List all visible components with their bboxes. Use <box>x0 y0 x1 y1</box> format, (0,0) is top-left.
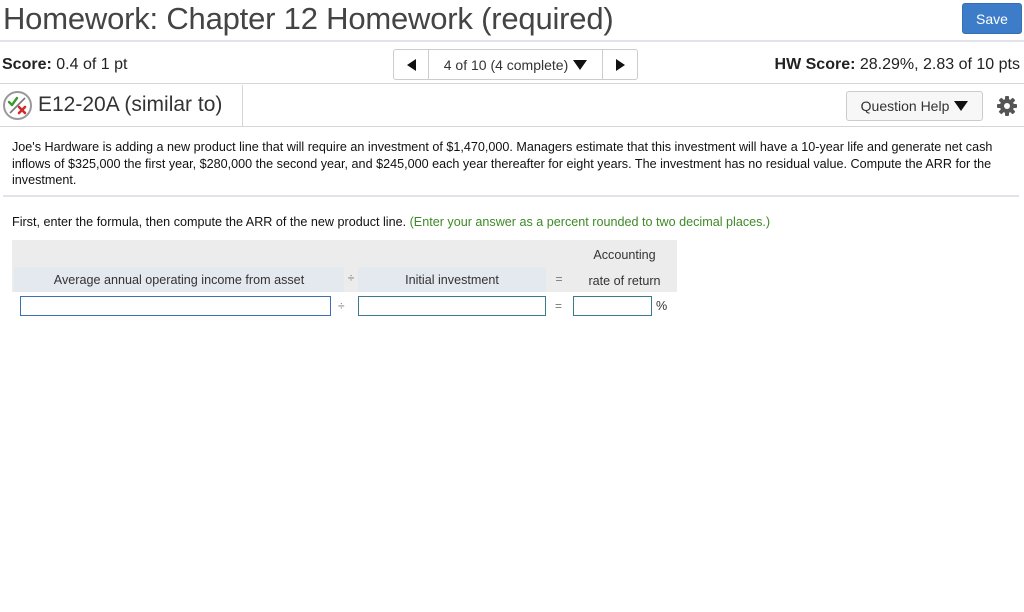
initial-investment-input[interactable] <box>358 296 546 316</box>
divider <box>242 85 243 126</box>
equals-operator: = <box>555 272 563 286</box>
formula-table: Average annual operating income from ass… <box>12 240 677 292</box>
arr-input[interactable] <box>573 296 652 316</box>
formula-header-arr-line2: rate of return <box>588 274 661 288</box>
formula-header-arr-line1: Accounting <box>593 248 656 262</box>
question-header: E12-20A (similar to) Question Help <box>0 85 1024 127</box>
operating-income-input[interactable] <box>20 296 331 316</box>
divide-operator: ÷ <box>347 271 355 285</box>
formula-header-operating-income: Average annual operating income from ass… <box>14 267 344 292</box>
page-title: Homework: Chapter 12 Homework (required) <box>3 1 614 36</box>
triangle-down-icon <box>573 59 588 70</box>
hw-score: HW Score: 28.29%, 2.83 of 10 pts <box>775 56 1020 74</box>
question-title: E12-20A (similar to) <box>38 93 223 116</box>
next-question-button[interactable] <box>603 50 637 79</box>
hw-score-value: 28.29%, 2.83 of 10 pts <box>859 56 1020 73</box>
partial-credit-icon <box>3 91 32 120</box>
section-divider <box>3 195 1019 197</box>
score-row: Score: 0.4 of 1 pt 4 of 10 (4 complete) … <box>0 44 1024 84</box>
triangle-right-icon <box>615 58 625 71</box>
question-selector-dropdown[interactable]: 4 of 10 (4 complete) <box>429 50 603 79</box>
question-score: Score: 0.4 of 1 pt <box>2 56 127 74</box>
hw-score-label: HW Score: <box>774 56 856 73</box>
question-help-button[interactable]: Question Help <box>846 91 983 121</box>
gear-icon[interactable] <box>996 95 1018 117</box>
equals-operator: = <box>555 299 563 313</box>
score-label: Score: <box>2 56 52 73</box>
percent-unit: % <box>656 299 668 313</box>
score-value: 0.4 of 1 pt <box>56 56 128 73</box>
formula-header-initial-investment: Initial investment <box>358 267 546 292</box>
previous-question-button[interactable] <box>394 50 429 79</box>
problem-statement: Joe's Hardware is adding a new product l… <box>12 140 993 188</box>
triangle-left-icon <box>406 58 416 71</box>
instructions: First, enter the formula, then compute t… <box>12 215 770 229</box>
divide-operator: ÷ <box>338 299 345 313</box>
question-position: 4 of 10 (4 complete) <box>443 56 569 73</box>
page-header: Homework: Chapter 12 Homework (required)… <box>0 0 1024 42</box>
save-button[interactable]: Save <box>962 3 1022 34</box>
answer-hint: (Enter your answer as a percent rounded … <box>409 215 771 229</box>
question-navigator: 4 of 10 (4 complete) <box>393 49 638 80</box>
triangle-down-icon <box>954 101 969 111</box>
question-help-label: Question Help <box>860 98 950 114</box>
instruction-text: First, enter the formula, then compute t… <box>12 215 407 229</box>
